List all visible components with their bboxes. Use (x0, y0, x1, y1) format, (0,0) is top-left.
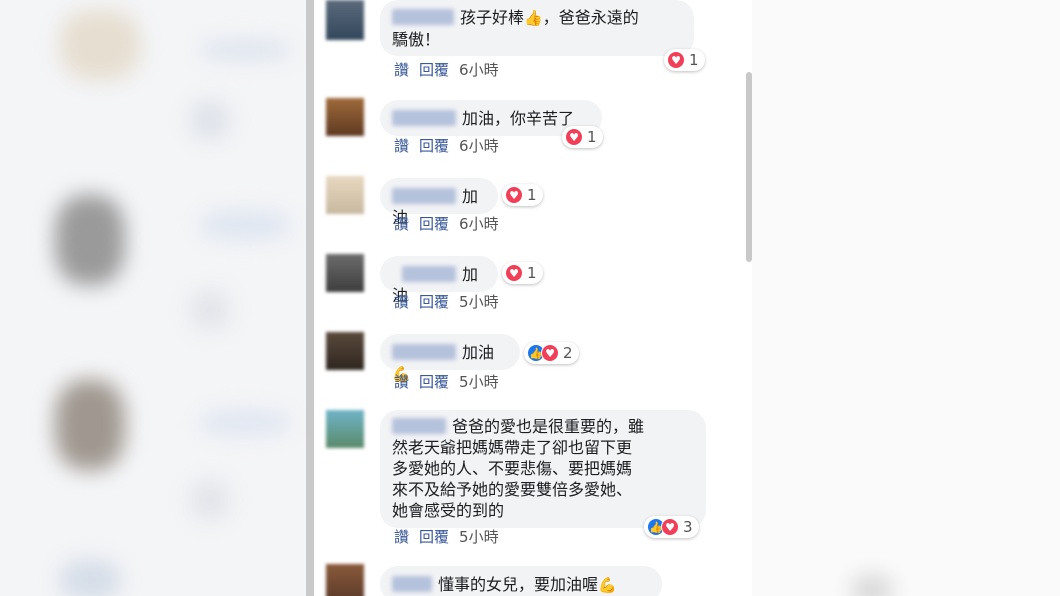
comment-text-line3: 多愛她的人、不要悲傷、要把媽媽 (392, 459, 633, 478)
comment-text: 孩子好棒 (460, 8, 525, 27)
comment-actions: 讚回覆 5小時 (394, 527, 499, 547)
scrollbar[interactable] (746, 72, 752, 262)
comment-text-line2: 然老天爺把媽媽帶走了卻也留下更 (392, 438, 633, 457)
reaction-badge[interactable]: 👍 ♥ 2 (524, 342, 579, 364)
comment-bubble: 孩子好棒👍，爸爸永遠的 驕傲！ (380, 0, 694, 56)
avatar[interactable] (326, 254, 364, 292)
avatar[interactable] (326, 564, 364, 596)
thumbs-up-emoji: 👍 (524, 9, 543, 27)
reaction-badge[interactable]: ♥ 1 (502, 262, 543, 284)
comment-actions: 讚回覆 5小時 (394, 292, 499, 312)
avatar[interactable] (326, 410, 364, 448)
reply-link[interactable]: 回覆 (419, 137, 449, 155)
comment-actions: 讚回覆 6小時 (394, 214, 499, 234)
reaction-badge[interactable]: 👍 ♥ 3 (644, 516, 699, 538)
reply-link[interactable]: 回覆 (419, 215, 449, 233)
reply-link[interactable]: 回覆 (419, 293, 449, 311)
comment-actions: 讚回覆 5小時 (394, 372, 499, 392)
comment-text: 加油 (462, 343, 495, 362)
love-icon: ♥ (667, 51, 685, 69)
comment-bubble: 懂事的女兒，要加油喔💪 (380, 566, 662, 596)
like-link[interactable]: 讚 (394, 373, 409, 391)
blurred-background-left (0, 0, 306, 596)
comment-bubble: 爸爸的愛也是很重要的，雖 然老天爺把媽媽帶走了卻也留下更 多愛她的人、不要悲傷、… (380, 410, 706, 528)
commenter-name[interactable] (392, 418, 446, 434)
like-link[interactable]: 讚 (394, 528, 409, 546)
like-link[interactable]: 讚 (394, 293, 409, 311)
avatar[interactable] (326, 176, 364, 214)
commenter-name[interactable] (392, 188, 456, 204)
love-icon: ♥ (661, 518, 679, 536)
comment-bubble: 加油 (380, 256, 498, 305)
reply-link[interactable]: 回覆 (419, 61, 449, 79)
commenter-name[interactable] (392, 9, 454, 25)
avatar[interactable] (326, 332, 364, 370)
commenter-name[interactable] (392, 576, 432, 592)
reply-link[interactable]: 回覆 (419, 373, 449, 391)
timestamp[interactable]: 6小時 (459, 137, 499, 155)
reaction-badge[interactable]: ♥ 1 (562, 126, 603, 148)
avatar[interactable] (326, 0, 364, 40)
commenter-name[interactable] (392, 344, 456, 360)
comment-actions: 讚回覆 6小時 (394, 136, 499, 156)
timestamp[interactable]: 5小時 (459, 528, 499, 546)
love-icon: ♥ (505, 264, 523, 282)
comment-text: 懂事的女兒，要加油喔 (438, 575, 599, 594)
love-icon: ♥ (541, 344, 559, 362)
reaction-badge[interactable]: ♥ 1 (502, 184, 543, 206)
timestamp[interactable]: 5小時 (459, 293, 499, 311)
comment-bubble: 加油 (380, 178, 498, 227)
reaction-badge[interactable]: ♥ 1 (664, 49, 705, 71)
flexed-biceps-emoji: 💪 (598, 576, 617, 594)
timestamp[interactable]: 6小時 (459, 61, 499, 79)
avatar[interactable] (326, 98, 364, 136)
comment-bubble: 加油💪 (380, 334, 520, 383)
comments-panel: 孩子好棒👍，爸爸永遠的 驕傲！ ♥ 1 讚回覆 6小時 加油，你辛苦了 ♥ 1 讚回覆… (306, 0, 752, 596)
comment-text-cont: ，爸爸永遠的 (542, 8, 639, 27)
comment-actions: 讚回覆 6小時 (394, 60, 499, 80)
comment-text: 加油，你辛苦了 (462, 109, 575, 128)
like-link[interactable]: 讚 (394, 215, 409, 233)
love-icon: ♥ (565, 128, 583, 146)
timestamp[interactable]: 5小時 (459, 373, 499, 391)
comment-text: 爸爸的愛也是很重要的，雖 (452, 417, 645, 436)
timestamp[interactable]: 6小時 (459, 215, 499, 233)
commenter-name[interactable] (392, 110, 456, 126)
blurred-background-right (752, 0, 1060, 596)
like-link[interactable]: 讚 (394, 137, 409, 155)
like-link[interactable]: 讚 (394, 61, 409, 79)
comment-text-line4: 來不及給予她的愛要雙倍多愛她、 (392, 480, 633, 499)
commenter-name[interactable] (402, 266, 456, 282)
love-icon: ♥ (505, 186, 523, 204)
comment-text-line2: 驕傲！ (392, 30, 441, 49)
reply-link[interactable]: 回覆 (419, 528, 449, 546)
